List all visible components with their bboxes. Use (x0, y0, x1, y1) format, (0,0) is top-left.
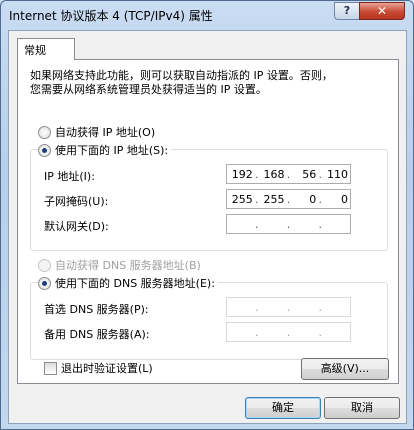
auto-ip-label: 自动获得 IP 地址(O) (55, 126, 156, 139)
advanced-button[interactable]: 高级(V)... (301, 358, 389, 380)
default-gateway-input[interactable]: . . . (226, 214, 351, 234)
intro-text: 如果网络支持此功能，则可以获取自动指派的 IP 设置。否则， 您需要从网络系统管… (30, 69, 390, 97)
subnet-mask-label: 子网掩码(U): (44, 195, 109, 208)
mask-octet-3[interactable]: 0 (291, 193, 319, 206)
preferred-dns-label: 首选 DNS 服务器(P): (44, 303, 149, 316)
default-gateway-label: 默认网关(D): (44, 220, 109, 233)
close-button[interactable]: ✕ (359, 2, 405, 20)
radio-circle-icon (38, 258, 51, 272)
dns-group (30, 282, 388, 360)
dialog-client-area: 常规 如果网络支持此功能，则可以获取自动指派的 IP 设置。否则， 您需要从网络… (8, 30, 407, 424)
manual-ip-radio[interactable]: 使用下面的 IP 地址(S): (38, 142, 172, 158)
subnet-mask-input[interactable]: 255. 255. 0. 0 (226, 189, 351, 209)
validate-on-exit-checkbox[interactable]: 退出时验证设置(L) (44, 360, 153, 376)
manual-dns-label: 使用下面的 DNS 服务器地址(E): (55, 277, 215, 290)
manual-dns-radio[interactable]: 使用下面的 DNS 服务器地址(E): (38, 275, 218, 291)
validate-on-exit-label: 退出时验证设置(L) (61, 362, 153, 375)
help-button[interactable]: ? (334, 2, 360, 20)
auto-dns-radio[interactable]: 自动获得 DNS 服务器地址(B) (38, 257, 204, 273)
manual-ip-label: 使用下面的 IP 地址(S): (55, 144, 169, 157)
auto-ip-radio[interactable]: 自动获得 IP 地址(O) (38, 124, 159, 140)
preferred-dns-input[interactable]: . . . (226, 297, 351, 317)
window-title: Internet 协议版本 4 (TCP/IPv4) 属性 (9, 9, 213, 23)
ip-octet-4[interactable]: 110 (322, 168, 350, 181)
alternate-dns-label: 备用 DNS 服务器(A): (44, 328, 150, 341)
tab-general[interactable]: 常规 (17, 38, 75, 60)
intro-line-2: 您需要从网络系统管理员处获得适当的 IP 设置。 (30, 83, 267, 96)
ip-octet-3[interactable]: 56 (291, 168, 319, 181)
radio-circle-icon (38, 125, 51, 139)
auto-dns-label: 自动获得 DNS 服务器地址(B) (55, 259, 201, 272)
mask-octet-4[interactable]: 0 (322, 193, 350, 206)
intro-line-1: 如果网络支持此功能，则可以获取自动指派的 IP 设置。否则， (30, 69, 333, 82)
radio-checked-icon (38, 276, 51, 290)
cancel-button[interactable]: 取消 (324, 397, 400, 419)
mask-octet-1[interactable]: 255 (227, 193, 255, 206)
close-icon: ✕ (376, 4, 388, 18)
ip-address-input[interactable]: 192. 168. 56. 110 (226, 164, 351, 184)
mask-octet-2[interactable]: 255 (259, 193, 287, 206)
ok-button[interactable]: 确定 (245, 397, 321, 419)
title-bar[interactable]: Internet 协议版本 4 (TCP/IPv4) 属性 ? ✕ (1, 1, 413, 30)
dialog-window: Internet 协议版本 4 (TCP/IPv4) 属性 ? ✕ 常规 如果网… (0, 0, 414, 430)
ip-octet-1[interactable]: 192 (227, 168, 255, 181)
ip-octet-2[interactable]: 168 (259, 168, 287, 181)
ip-address-label: IP 地址(I): (44, 170, 95, 183)
alternate-dns-input[interactable]: . . . (226, 322, 351, 342)
general-panel: 如果网络支持此功能，则可以获取自动指派的 IP 设置。否则， 您需要从网络系统管… (17, 59, 399, 384)
radio-checked-icon (38, 143, 51, 157)
checkbox-unchecked-icon (44, 361, 57, 375)
